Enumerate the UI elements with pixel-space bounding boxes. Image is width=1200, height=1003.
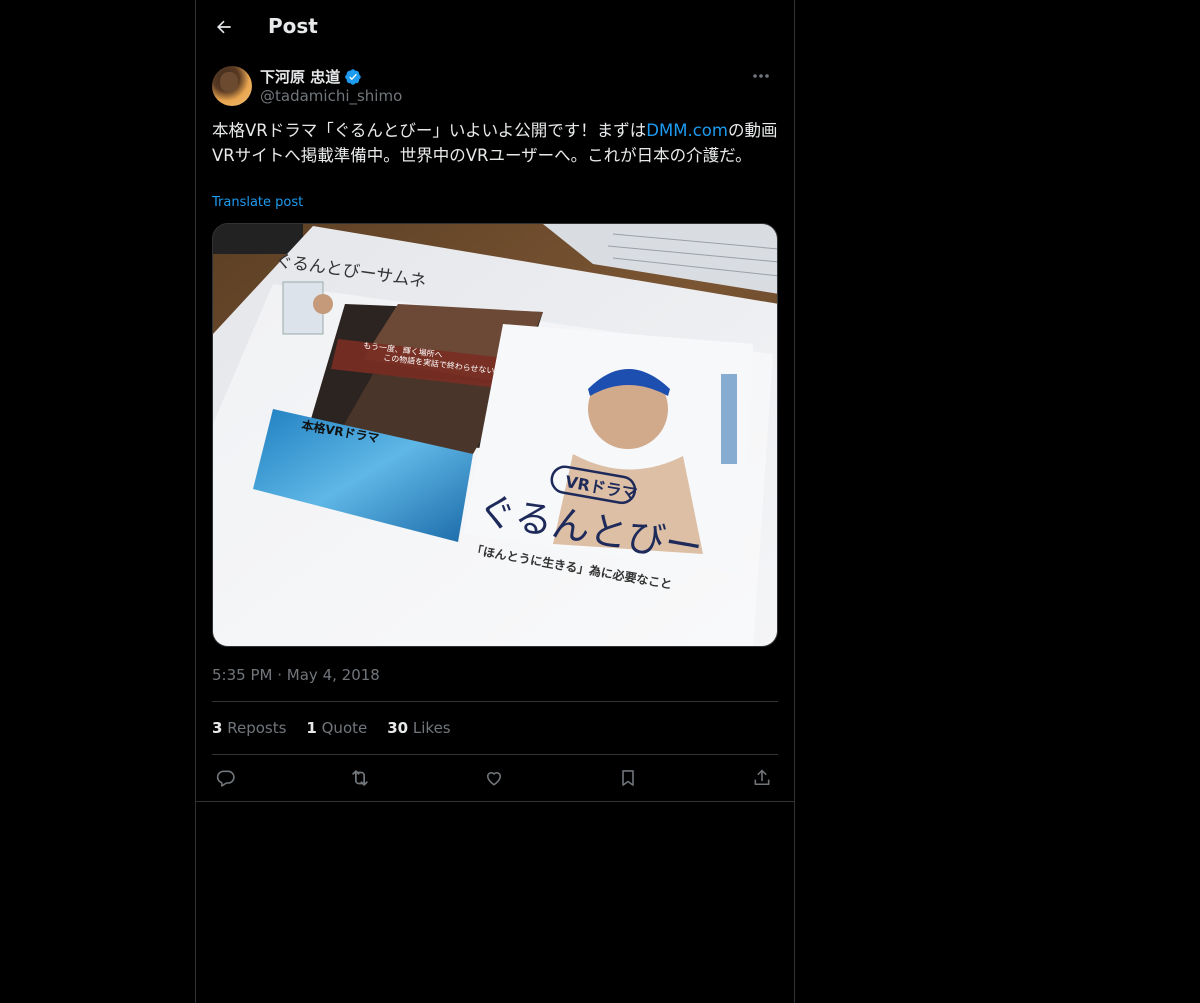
post-text: 本格VRドラマ「ぐるんとびー」いよいよ公開です！まずはDMM.comの動画VRサ… [212,119,778,168]
reposts-stat[interactable]: 3 Reposts [212,719,286,737]
quotes-count: 1 [306,719,317,737]
post-bottom-border [196,801,794,802]
avatar[interactable] [212,66,252,106]
post-column: Post 下河原 忠道 @tadamichi_shimo 本格VRドラマ「ぐるん… [195,0,795,1003]
verified-badge-icon [345,68,361,85]
author-display-name: 下河原 忠道 [260,68,341,86]
bookmark-button[interactable] [614,764,642,792]
arrow-left-icon [217,20,231,34]
heart-icon [486,772,502,786]
author-handle[interactable]: @tadamichi_shimo [260,87,402,105]
post-time[interactable]: 5:35 PM [212,666,272,684]
page-title: Post [268,14,318,38]
reply-button[interactable] [212,764,240,792]
translate-post-button[interactable]: Translate post [212,195,303,210]
quotes-label: Quote [321,719,368,737]
post-actions [212,764,778,792]
like-button[interactable] [480,764,508,792]
post-author: 下河原 忠道 @tadamichi_shimo [212,64,778,108]
post-photo-image: ぐるんとびーサムネ VRドラマ ぐるんとびー 「ほんとうに生きる」為に必要なこと… [213,224,777,646]
post-photo[interactable]: ぐるんとびーサムネ VRドラマ ぐるんとびー 「ほんとうに生きる」為に必要なこと… [212,223,778,647]
post-stats: 3 Reposts 1 Quote 30 Likes [212,719,451,737]
likes-stat[interactable]: 30 Likes [387,719,450,737]
likes-label: Likes [412,719,451,737]
divider-top [212,701,778,702]
post-text-part-1: 本格VRドラマ「ぐるんとびー」いよいよ公開です！まずは [212,121,647,140]
timestamp-separator: · [277,666,283,684]
more-dots-icon [753,74,769,78]
bookmark-icon [622,770,634,786]
likes-count: 30 [387,719,409,737]
repost-button[interactable] [346,764,374,792]
quotes-stat[interactable]: 1 Quote [306,719,367,737]
divider-bottom [212,754,778,755]
reposts-label: Reposts [227,719,287,737]
reposts-count: 3 [212,719,223,737]
post-header: Post [196,0,794,54]
repost-icon [352,770,368,786]
post-timestamp: 5:35 PM · May 4, 2018 [212,666,380,684]
share-button[interactable] [748,764,776,792]
post-date[interactable]: May 4, 2018 [287,666,380,684]
author-name-link[interactable]: 下河原 忠道 [260,66,362,87]
share-icon [754,769,770,786]
more-options-button[interactable] [744,64,778,88]
reply-icon [216,770,235,787]
post-link[interactable]: DMM.com [646,121,728,140]
back-button[interactable] [208,11,240,43]
